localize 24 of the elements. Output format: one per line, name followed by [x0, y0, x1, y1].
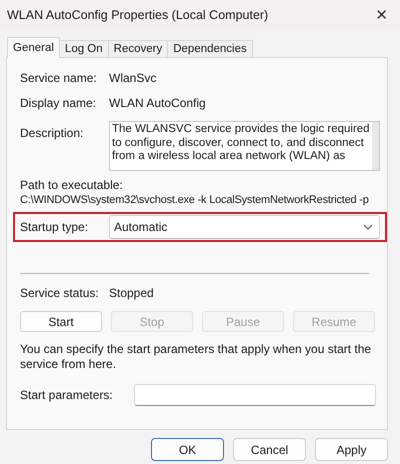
field-label: Start parameters:: [20, 388, 114, 402]
field-label: Service name:: [20, 71, 98, 85]
dialog-button[interactable]: Apply: [315, 438, 388, 461]
tab[interactable]: Dependencies: [167, 40, 253, 58]
startup-type-dropdown[interactable]: Automatic: [109, 215, 380, 239]
field-label: Service status:: [20, 286, 100, 300]
status-value: Stopped: [109, 286, 154, 300]
tab[interactable]: General: [7, 37, 60, 58]
close-button[interactable]: ✕: [375, 6, 388, 24]
description-box[interactable]: The WLANSVC service provides the logic required to configure, discover, connect to, and disconnect from a wireless local area network (WLAN) as: [109, 121, 380, 171]
start-parameters-field[interactable]: [134, 384, 376, 406]
path-value: C:\WINDOWS\system32\svchost.exe -k LocalSystemNetworkRestricted -p: [20, 194, 369, 206]
field-value: WlanSvc: [109, 71, 156, 85]
dialog-button[interactable]: Cancel: [233, 438, 306, 461]
field-label: Display name:: [20, 96, 98, 110]
field-label: Path to executable:: [20, 178, 124, 192]
chevron-down-icon: [363, 224, 373, 230]
hint-text: You can specify the start parameters that apply when you start the service from here.: [20, 342, 372, 371]
window-title: WLAN AutoConfig Properties (Local Computer): [7, 8, 268, 22]
field-label: Startup type:: [20, 220, 90, 234]
service-button[interactable]: Start: [20, 311, 102, 332]
field-label: Description:: [20, 126, 84, 140]
dialog-button[interactable]: OK: [151, 438, 224, 461]
field-value: WLAN AutoConfig: [109, 96, 206, 110]
